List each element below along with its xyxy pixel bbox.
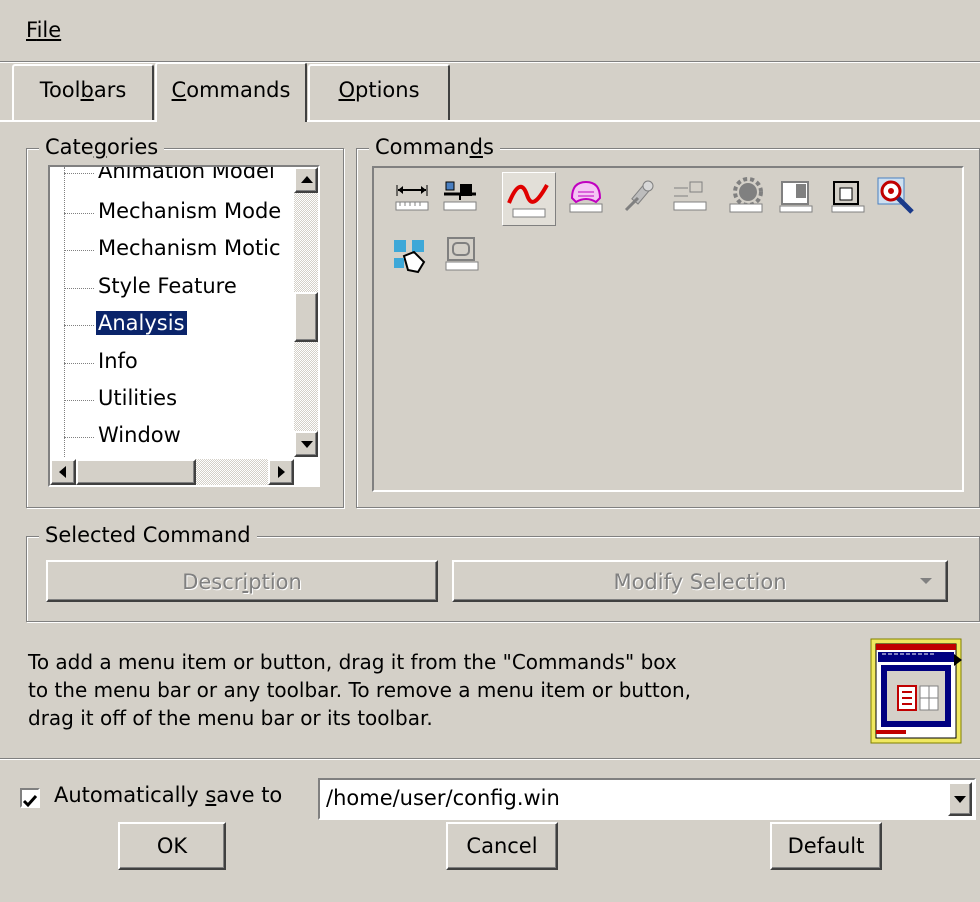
menu-file[interactable]: File (26, 18, 61, 42)
help-text-line: to the menu bar or any toolbar. To remov… (28, 678, 692, 702)
ok-button[interactable]: OK (118, 822, 226, 870)
modify-selection-button[interactable]: Modify Selection (452, 560, 948, 602)
default-button[interactable]: Default (770, 822, 882, 870)
surface-analysis-icon[interactable] (564, 176, 608, 220)
selected-command-title: Selected Command (39, 523, 257, 547)
description-label: Description (182, 570, 302, 594)
save-path-combobox[interactable] (318, 778, 976, 820)
compare-parts-icon[interactable] (668, 176, 712, 220)
description-button[interactable]: Description (46, 560, 438, 602)
menu-bar: File (0, 0, 980, 62)
scroll-left-button[interactable] (50, 459, 76, 485)
display-analysis-icon[interactable] (440, 234, 484, 278)
arrow-left-icon (59, 466, 66, 478)
model-analysis-icon[interactable] (774, 176, 818, 220)
scroll-up-button[interactable] (294, 167, 318, 193)
default-label: Default (787, 834, 865, 858)
autosave-label: Automatically save to (54, 783, 283, 807)
ok-label: OK (156, 834, 188, 858)
arrow-down-icon (301, 441, 313, 448)
arrow-up-icon (301, 176, 313, 183)
commands-title: Commands (369, 135, 500, 159)
save-path-dropdown-button[interactable] (948, 782, 972, 816)
tab-toolbars-label: Toolbars (39, 78, 127, 102)
target-icon[interactable] (874, 174, 918, 218)
separator (0, 758, 980, 760)
autosave-checkbox[interactable] (20, 788, 40, 808)
save-path-input[interactable] (326, 786, 926, 810)
chevron-down-icon (954, 796, 966, 803)
help-text-line: To add a menu item or button, drag it fr… (28, 650, 677, 674)
vertical-scroll-thumb[interactable] (294, 292, 318, 342)
horizontal-scroll-thumb[interactable] (76, 459, 196, 485)
arrow-right-icon (278, 466, 285, 478)
checkmark-icon (22, 795, 38, 808)
hand-select-icon[interactable] (390, 234, 434, 278)
chevron-down-icon (920, 578, 932, 584)
categories-tree[interactable]: Animation Model Mechanism Mode Mechanism… (48, 165, 320, 487)
tree-line (64, 167, 65, 457)
tab-options[interactable]: Options (308, 64, 450, 120)
cancel-label: Cancel (466, 834, 538, 858)
gear-analysis-icon[interactable] (724, 176, 768, 220)
customize-illustration-icon (870, 638, 962, 744)
modify-selection-label: Modify Selection (613, 570, 787, 594)
tab-options-label: Options (338, 78, 420, 102)
tab-commands-label: Commands (171, 78, 291, 102)
mass-properties-icon[interactable] (438, 176, 482, 220)
scroll-down-button[interactable] (294, 431, 318, 457)
help-text-line: drag it off of the menu bar or its toolb… (28, 706, 433, 730)
commands-icon-area (372, 166, 964, 492)
measure-distance-icon[interactable] (390, 176, 434, 220)
cancel-button[interactable]: Cancel (446, 822, 558, 870)
categories-title: Categories (39, 135, 165, 159)
scroll-right-button[interactable] (268, 459, 294, 485)
tab-toolbars[interactable]: Toolbars (12, 64, 154, 120)
curve-analysis-icon[interactable] (502, 172, 556, 226)
section-analysis-icon[interactable] (826, 176, 870, 220)
tab-baseline (0, 120, 980, 122)
tab-commands[interactable]: Commands (155, 62, 307, 122)
satellite-sensor-icon[interactable] (618, 176, 662, 220)
